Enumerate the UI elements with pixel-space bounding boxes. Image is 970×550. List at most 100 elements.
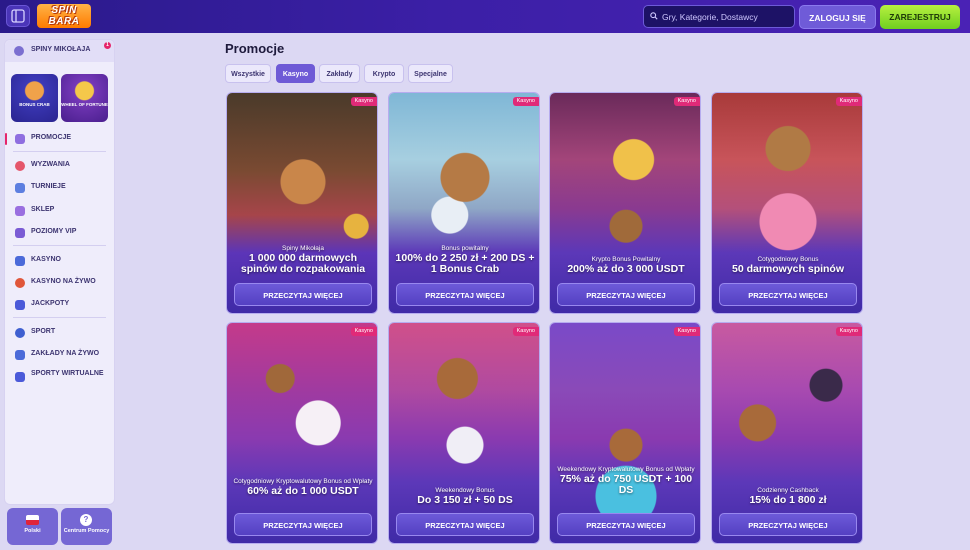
card-title: 50 darmowych spinów	[731, 263, 845, 275]
read-more-button[interactable]: PRZECZYTAJ WIĘCEJ	[396, 513, 534, 536]
read-more-button[interactable]: PRZECZYTAJ WIĘCEJ	[719, 283, 857, 306]
language-label: Polski	[24, 528, 41, 534]
logo[interactable]: SPIN BARA	[37, 4, 91, 28]
tab-zaklady[interactable]: Zakłady	[319, 64, 360, 83]
read-more-button[interactable]: PRZECZYTAJ WIĘCEJ	[557, 513, 695, 536]
capybara-relaxing-image	[389, 93, 539, 313]
card-text: Weekendowy Kryptowalutowy Bonus od Wpłat…	[554, 466, 698, 496]
sidebar-item-santa-spins[interactable]: SPINY MIKOŁAJA 1	[5, 40, 114, 62]
trophy-icon	[15, 183, 25, 193]
crown-icon	[15, 228, 25, 238]
promo-card[interactable]: Kasyno Krypto Bonus Powitalny 200% aż do…	[549, 92, 701, 314]
sidebar: SPINY MIKOŁAJA 1 BONUS CRAB WHEEL OF FOR…	[4, 39, 115, 505]
sidebar-item-label: KASYNO NA ŻYWO	[31, 278, 96, 285]
piano-cashback-image	[712, 323, 862, 543]
sidebar-item-label: PROMOCJE	[31, 134, 72, 141]
jackpot-slot-image	[550, 93, 700, 313]
tab-kasyno[interactable]: Kasyno	[276, 64, 315, 83]
language-button[interactable]: Polski	[7, 508, 58, 545]
poland-flag-icon	[26, 515, 39, 525]
card-text: Spiny Mikołaja 1 000 000 darmowych spinó…	[231, 245, 375, 275]
card-title: 1 000 000 darmowych spinów do rozpakowan…	[240, 252, 366, 275]
sidebar-item-label: ZAKŁADY NA ŻYWO	[31, 350, 100, 357]
sidebar-item-turnieje[interactable]: TURNIEJE	[5, 179, 114, 197]
sidebar-item-promocje[interactable]: PROMOCJE	[5, 130, 114, 148]
tab-krypto[interactable]: Krypto	[364, 64, 404, 83]
search-icon	[650, 12, 658, 20]
sidebar-item-label: SKLEP	[31, 206, 55, 213]
sidebar-item-sport[interactable]: SPORT	[5, 324, 114, 342]
card-text: Weekendowy Bonus Do 3 150 zł + 50 DS	[393, 487, 537, 506]
pool-party-image	[550, 323, 700, 543]
card-title: 200% aż do 3 000 USDT	[567, 263, 685, 275]
live-bet-icon	[15, 350, 25, 360]
tab-specjalne[interactable]: Specjalne	[408, 64, 453, 83]
promo-card[interactable]: Kasyno Spiny Mikołaja 1 000 000 darmowyc…	[226, 92, 378, 314]
category-badge: Kasyno	[512, 327, 539, 336]
divider	[13, 151, 106, 152]
gift-icon	[15, 134, 25, 144]
promo-card[interactable]: Kasyno Weekendowy Kryptowalutowy Bonus o…	[549, 322, 701, 544]
live-icon	[15, 278, 25, 288]
logo-text: SPIN BARA	[37, 4, 91, 28]
ball-icon	[15, 328, 25, 338]
divider	[13, 317, 106, 318]
sidebar-item-label: WYZWANIA	[31, 161, 70, 168]
category-badge: Kasyno	[350, 97, 377, 106]
target-icon	[15, 161, 25, 171]
register-button[interactable]: ZAREJESTRUJ	[880, 5, 960, 29]
tab-wszystkie[interactable]: Wszystkie	[225, 64, 271, 83]
card-text: Cotygodniowy Bonus 50 darmowych spinów	[716, 256, 860, 275]
sidebar-item-label: SPORT	[31, 328, 56, 335]
sidebar-item-jackpoty[interactable]: JACKPOTY	[5, 296, 114, 314]
category-badge: Kasyno	[673, 97, 700, 106]
search-input[interactable]	[662, 9, 790, 25]
help-icon: ?	[80, 514, 92, 526]
card-title: 100% do 2 250 zł + 200 DS + 1 Bonus Crab	[395, 252, 535, 275]
promo-card[interactable]: Kasyno Codzienny Cashback 15% do 1 800 z…	[711, 322, 863, 544]
sidebar-item-sporty-wirtualne[interactable]: SPORTY WIRTUALNE	[5, 368, 114, 388]
read-more-button[interactable]: PRZECZYTAJ WIĘCEJ	[396, 283, 534, 306]
read-more-button[interactable]: PRZECZYTAJ WIĘCEJ	[234, 513, 372, 536]
category-badge: Kasyno	[835, 327, 862, 336]
read-more-button[interactable]: PRZECZYTAJ WIĘCEJ	[234, 283, 372, 306]
search-box[interactable]	[643, 5, 795, 28]
promo-card[interactable]: Kasyno Bonus powitalny 100% do 2 250 zł …	[388, 92, 540, 314]
jackpot-icon	[15, 300, 25, 310]
dancing-couple-image	[227, 323, 377, 543]
promo-card[interactable]: Kasyno Cotygodniowy Kryptowalutowy Bonus…	[226, 322, 378, 544]
sidebar-item-wyzwania[interactable]: WYZWANIA	[5, 157, 114, 175]
sidebar-item-poziomy-vip[interactable]: POZIOMY VIP	[5, 224, 114, 242]
sidebar-item-zaklady-na-zywo[interactable]: ZAKŁADY NA ŻYWO	[5, 346, 114, 364]
help-center-button[interactable]: ? Centrum Pomocy	[61, 508, 112, 545]
capybara-santa-image	[227, 93, 377, 313]
login-button[interactable]: ZALOGUJ SIĘ	[799, 5, 876, 29]
slot-icon	[15, 256, 25, 266]
promo-card[interactable]: Kasyno Weekendowy Bonus Do 3 150 zł + 50…	[388, 322, 540, 544]
card-title: 75% aż do 750 USDT + 100 DS	[559, 473, 693, 496]
card-title: Do 3 150 zł + 50 DS	[417, 494, 513, 506]
help-label: Centrum Pomocy	[63, 528, 110, 534]
divider	[13, 245, 106, 246]
category-badge: Kasyno	[350, 327, 377, 336]
read-more-button[interactable]: PRZECZYTAJ WIĘCEJ	[719, 513, 857, 536]
bonus-crab-tile[interactable]: BONUS CRAB	[11, 74, 58, 122]
sidebar-item-label: JACKPOTY	[31, 300, 70, 307]
sidebar-icon	[11, 9, 25, 23]
sidebar-item-kasyno-na-zywo[interactable]: KASYNO NA ŻYWO	[5, 274, 114, 292]
tile-label: BONUS CRAB	[19, 102, 50, 107]
card-title: 15% do 1 800 zł	[749, 494, 827, 506]
card-text: Cotygodniowy Kryptowalutowy Bonus od Wpł…	[231, 478, 375, 497]
wheel-of-fortune-tile[interactable]: WHEEL OF FORTUNE	[61, 74, 108, 122]
sidebar-toggle-button[interactable]	[6, 5, 30, 27]
capybara-donut-image	[712, 93, 862, 313]
sidebar-item-label: SPORTY WIRTUALNE	[31, 370, 104, 377]
sidebar-item-label: TURNIEJE	[31, 183, 66, 190]
category-badge: Kasyno	[835, 97, 862, 106]
read-more-button[interactable]: PRZECZYTAJ WIĘCEJ	[557, 283, 695, 306]
sidebar-item-kasyno[interactable]: KASYNO	[5, 252, 114, 270]
card-title: 60% aż do 1 000 USDT	[247, 485, 359, 497]
promo-card[interactable]: Kasyno Cotygodniowy Bonus 50 darmowych s…	[711, 92, 863, 314]
sidebar-item-sklep[interactable]: SKLEP	[5, 202, 114, 220]
card-text: Bonus powitalny 100% do 2 250 zł + 200 D…	[393, 245, 537, 275]
